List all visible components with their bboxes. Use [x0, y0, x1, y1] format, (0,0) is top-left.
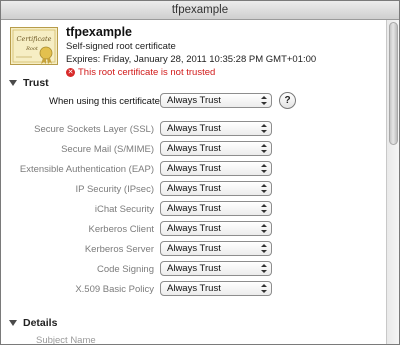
setting-popup-kerberos-client[interactable]: Always Trust — [160, 221, 272, 236]
setting-label-smime: Secure Mail (S/MIME) — [61, 144, 154, 155]
setting-label-x509: X.509 Basic Policy — [75, 284, 154, 295]
setting-popup-kerberos-server[interactable]: Always Trust — [160, 241, 272, 256]
setting-label-kerberos-client: Kerberos Client — [88, 224, 154, 235]
setting-popup-smime[interactable]: Always Trust — [160, 141, 272, 156]
certificate-type: Self-signed root certificate — [66, 41, 176, 52]
setting-value: Always Trust — [167, 123, 221, 134]
setting-popup-ipsec[interactable]: Always Trust — [160, 181, 272, 196]
popup-arrows-icon — [261, 124, 267, 133]
popup-arrows-icon — [261, 224, 267, 233]
when-using-label: When using this certificate: — [49, 96, 163, 107]
certificate-name: tfpexample — [66, 25, 132, 39]
setting-popup-ichat[interactable]: Always Trust — [160, 201, 272, 216]
vertical-scrollbar[interactable] — [386, 20, 399, 344]
trust-section-title: Trust — [23, 77, 49, 89]
certificate-icon-sublabel: Root — [25, 46, 39, 52]
setting-popup-eap[interactable]: Always Trust — [160, 161, 272, 176]
disclosure-triangle-icon[interactable] — [9, 80, 17, 86]
popup-arrows-icon — [261, 184, 267, 193]
certificate-expiry: Expires: Friday, January 28, 2011 10:35:… — [66, 54, 317, 65]
setting-label-ssl: Secure Sockets Layer (SSL) — [34, 124, 154, 135]
popup-arrows-icon — [261, 96, 267, 105]
when-using-value: Always Trust — [167, 95, 221, 106]
popup-arrows-icon — [261, 264, 267, 273]
window-title: tfpexample — [171, 4, 229, 16]
setting-value: Always Trust — [167, 223, 221, 234]
popup-arrows-icon — [261, 164, 267, 173]
title-bar[interactable]: tfpexample — [1, 1, 399, 20]
details-subject-name-label: Subject Name — [36, 335, 96, 345]
popup-arrows-icon — [261, 144, 267, 153]
content-area: Certificate Root tfpexample Self-signed … — [1, 20, 386, 345]
setting-label-code-signing: Code Signing — [96, 264, 154, 275]
setting-label-kerberos-server: Kerberos Server — [84, 244, 154, 255]
setting-label-eap: Extensible Authentication (EAP) — [19, 164, 154, 175]
details-section-header[interactable]: Details — [9, 317, 57, 329]
details-section-title: Details — [23, 317, 58, 329]
setting-label-ichat: iChat Security — [94, 204, 154, 215]
popup-arrows-icon — [261, 244, 267, 253]
setting-label-ipsec: IP Security (IPsec) — [75, 184, 155, 195]
error-icon: ✕ — [66, 68, 75, 77]
setting-value: Always Trust — [167, 163, 221, 174]
certificate-window: tfpexample Certificate Root tfpexample S… — [0, 0, 400, 345]
trust-section-header[interactable]: Trust — [9, 77, 49, 89]
setting-value: Always Trust — [167, 203, 221, 214]
setting-value: Always Trust — [167, 243, 221, 254]
setting-popup-x509[interactable]: Always Trust — [160, 281, 272, 296]
setting-value: Always Trust — [167, 143, 221, 154]
certificate-icon-label: Certificate — [17, 35, 52, 43]
scrollbar-thumb[interactable] — [389, 22, 398, 145]
when-using-popup[interactable]: Always Trust — [160, 93, 272, 108]
setting-value: Always Trust — [167, 283, 221, 294]
setting-value: Always Trust — [167, 263, 221, 274]
popup-arrows-icon — [261, 284, 267, 293]
help-button[interactable]: ? — [279, 92, 296, 109]
certificate-icon: Certificate Root — [10, 27, 58, 65]
trust-warning-text: This root certificate is not trusted — [78, 67, 216, 78]
popup-arrows-icon — [261, 204, 267, 213]
setting-popup-code-signing[interactable]: Always Trust — [160, 261, 272, 276]
trust-warning: ✕ This root certificate is not trusted — [66, 67, 215, 78]
setting-popup-ssl[interactable]: Always Trust — [160, 121, 272, 136]
setting-value: Always Trust — [167, 183, 221, 194]
disclosure-triangle-icon[interactable] — [9, 320, 17, 326]
